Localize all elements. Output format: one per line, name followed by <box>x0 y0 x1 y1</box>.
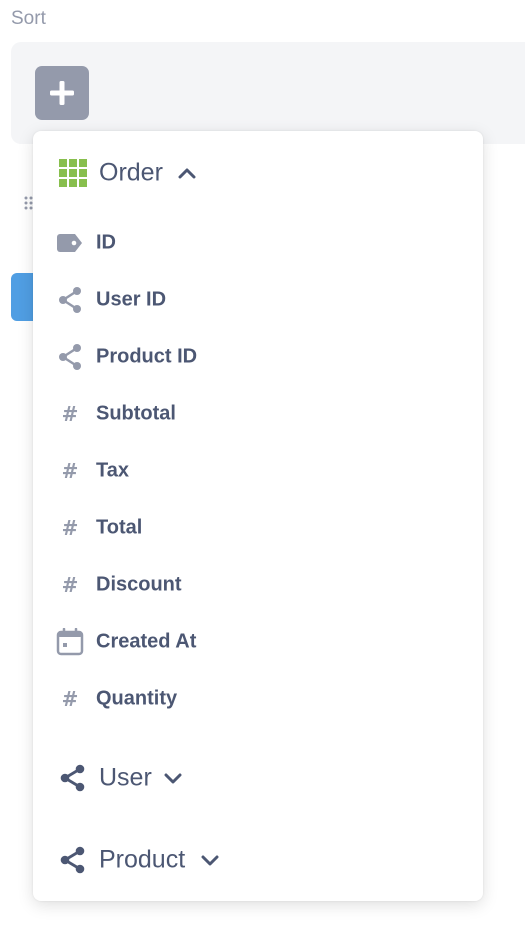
section-title: Order <box>99 158 163 187</box>
hash-icon: # <box>61 459 79 483</box>
section-title: Product <box>99 845 186 874</box>
field-item-tax[interactable]: # Tax <box>33 448 483 494</box>
connections-icon <box>56 286 84 314</box>
field-label: Discount <box>96 573 182 596</box>
sort-label: Sort <box>11 8 46 29</box>
field-label: Quantity <box>96 687 178 710</box>
field-label: User ID <box>96 288 167 311</box>
field-item-user-id[interactable]: User ID <box>33 277 483 323</box>
section-title: User <box>99 763 152 792</box>
field-item-quantity[interactable]: # Quantity <box>33 676 483 722</box>
field-label: Subtotal <box>96 402 176 425</box>
field-label: Product ID <box>96 345 198 368</box>
chevron-down-icon <box>163 768 183 788</box>
field-item-id[interactable]: ID <box>33 220 483 266</box>
table-grid-icon <box>58 158 88 188</box>
field-label: Tax <box>96 459 129 482</box>
field-label: ID <box>96 231 116 254</box>
connections-icon <box>58 763 88 793</box>
hash-icon: # <box>61 573 79 597</box>
hash-icon: # <box>61 687 79 711</box>
chevron-down-icon <box>200 850 220 870</box>
section-header-user[interactable]: User <box>33 754 483 802</box>
field-label: Created At <box>96 630 197 653</box>
chevron-up-icon <box>177 163 197 183</box>
hash-icon: # <box>61 402 79 426</box>
section-header-order[interactable]: Order <box>33 149 483 197</box>
sort-editor: Sort Order ID User ID Product ID # Subto… <box>0 0 525 927</box>
plus-icon <box>50 81 74 105</box>
field-item-created-at[interactable]: Created At <box>33 619 483 665</box>
field-item-total[interactable]: # Total <box>33 505 483 551</box>
calendar-icon <box>56 628 84 656</box>
column-picker-popover: Order ID User ID Product ID # Subtotal #… <box>33 131 483 901</box>
tag-icon <box>56 229 84 257</box>
connections-icon <box>56 343 84 371</box>
section-header-product[interactable]: Product <box>33 836 483 884</box>
field-item-discount[interactable]: # Discount <box>33 562 483 608</box>
field-label: Total <box>96 516 143 539</box>
field-item-product-id[interactable]: Product ID <box>33 334 483 380</box>
hash-icon: # <box>61 516 79 540</box>
connections-icon <box>58 845 88 875</box>
field-item-subtotal[interactable]: # Subtotal <box>33 391 483 437</box>
add-sort-button[interactable] <box>35 66 89 120</box>
